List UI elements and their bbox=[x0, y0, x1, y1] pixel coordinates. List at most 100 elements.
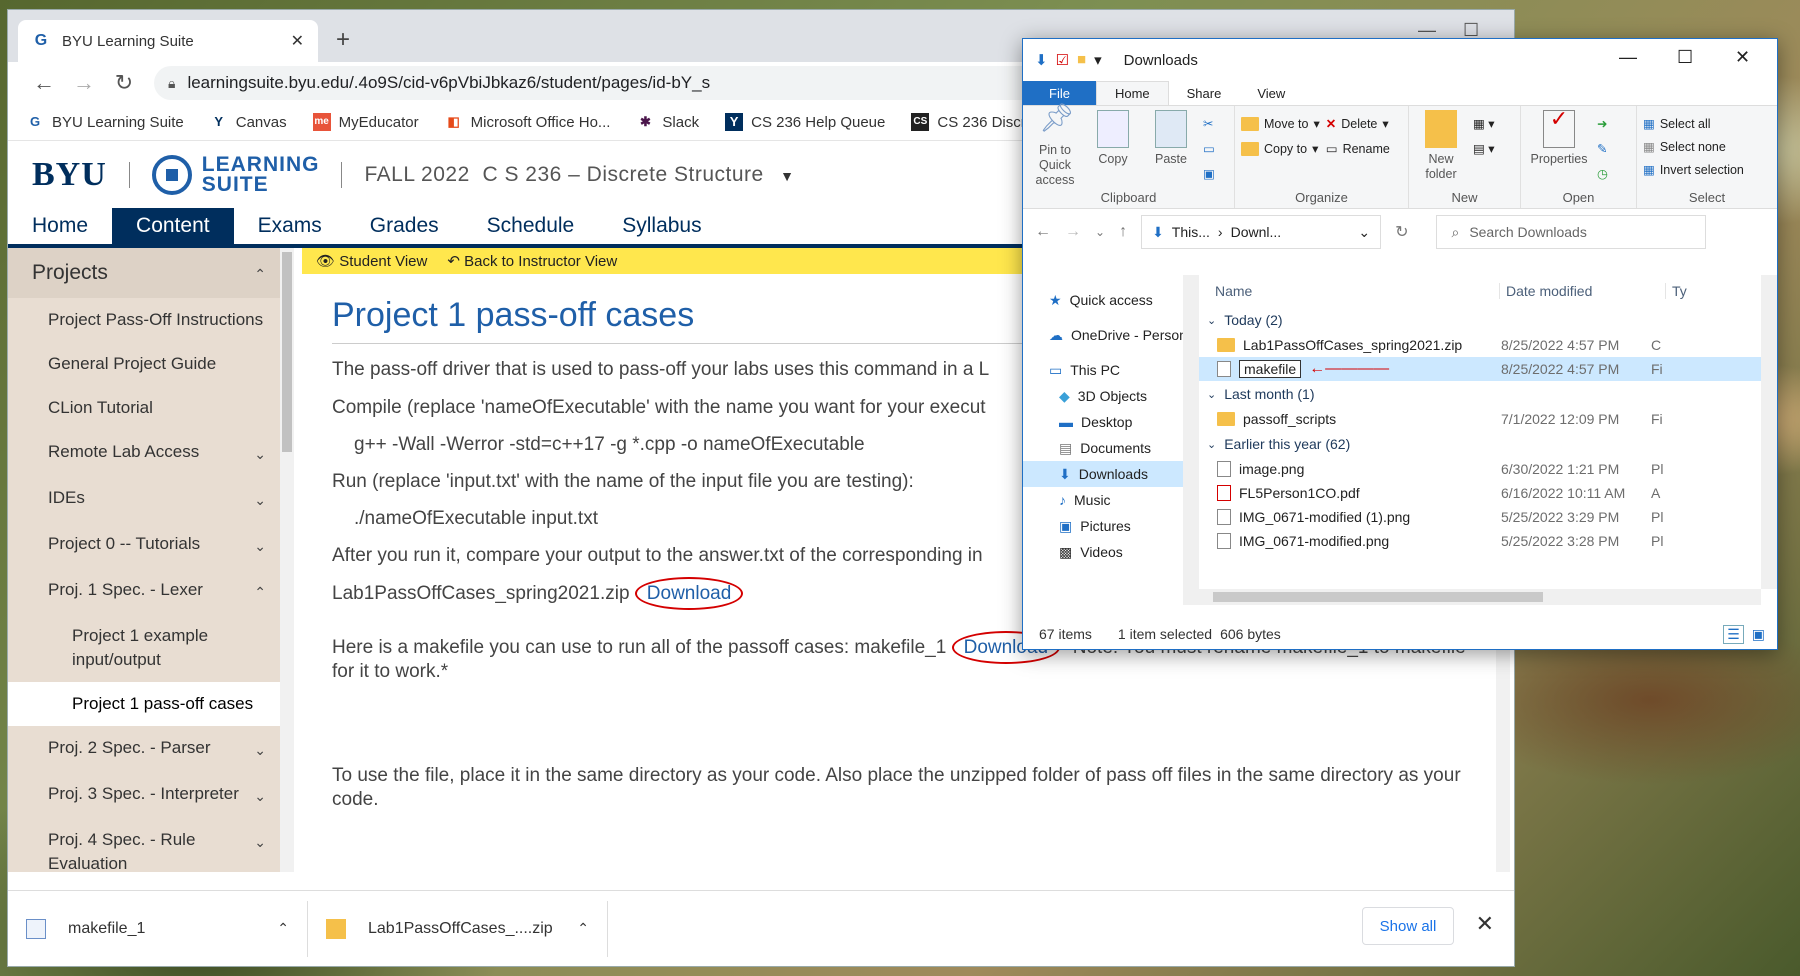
tree-desktop[interactable]: ▬ Desktop bbox=[1023, 409, 1199, 435]
move-to-button[interactable]: Move to ▾ bbox=[1241, 116, 1320, 131]
close-icon[interactable]: ✕ bbox=[1476, 911, 1494, 937]
tree-3d-objects[interactable]: ◆ 3D Objects bbox=[1023, 383, 1199, 409]
nav-grades[interactable]: Grades bbox=[346, 208, 463, 244]
back-to-instructor-link[interactable]: ↶ Back to Instructor View bbox=[447, 252, 617, 270]
tab-learning-suite[interactable]: G BYU Learning Suite ✕ bbox=[18, 20, 318, 62]
nav-syllabus[interactable]: Syllabus bbox=[598, 208, 725, 244]
byu-logo[interactable]: BYU bbox=[32, 156, 107, 194]
sidebar-heading[interactable]: Projects ⌃ bbox=[8, 248, 280, 298]
reload-icon[interactable]: ↻ bbox=[104, 70, 144, 96]
sidebar-scrollbar[interactable] bbox=[280, 248, 294, 872]
search-input[interactable]: ⌕ Search Downloads bbox=[1436, 215, 1707, 249]
easy-access-icon[interactable]: ▤ ▾ bbox=[1473, 141, 1495, 156]
properties-check-icon[interactable]: ☑ bbox=[1056, 51, 1069, 69]
sidebar-item-clion[interactable]: CLion Tutorial bbox=[8, 386, 280, 430]
sidebar-item-pass-off-instructions[interactable]: Project Pass-Off Instructions bbox=[8, 298, 280, 342]
file-row[interactable]: FL5Person1CO.pdf 6/16/2022 10:11 AM A bbox=[1199, 481, 1777, 505]
bookmark-learning-suite[interactable]: G BYU Learning Suite bbox=[26, 113, 184, 131]
sidebar-item-project-guide[interactable]: General Project Guide bbox=[8, 342, 280, 386]
sidebar-item-project-0[interactable]: Project 0 -- Tutorials ⌄ bbox=[8, 522, 280, 568]
tree-onedrive[interactable]: ☁ OneDrive - Person bbox=[1023, 322, 1199, 348]
download-item-zip[interactable]: Lab1PassOffCases_....zip ⌃ bbox=[308, 900, 608, 957]
chevron-up-icon[interactable]: ⌃ bbox=[577, 920, 589, 937]
bookmark-help-queue[interactable]: Y CS 236 Help Queue bbox=[725, 113, 885, 131]
tree-downloads[interactable]: ⬇ Downloads bbox=[1023, 461, 1199, 487]
tab-share[interactable]: Share bbox=[1169, 81, 1240, 105]
column-date-modified[interactable]: Date modified bbox=[1499, 282, 1665, 299]
new-folder-button[interactable]: New folder bbox=[1415, 110, 1467, 188]
sidebar-item-project-3[interactable]: Proj. 3 Spec. - Interpreter ⌄ bbox=[8, 772, 280, 818]
file-row[interactable]: image.png 6/30/2022 1:21 PM Pl bbox=[1199, 457, 1777, 481]
folder-icon[interactable]: ■ bbox=[1077, 51, 1086, 69]
file-row[interactable]: Lab1PassOffCases_spring2021.zip 8/25/202… bbox=[1199, 333, 1777, 357]
recent-dropdown-icon[interactable]: ⌄ bbox=[1095, 225, 1105, 239]
sidebar-item-ides[interactable]: IDEs ⌄ bbox=[8, 476, 280, 522]
column-type[interactable]: Ty bbox=[1665, 282, 1687, 299]
sidebar-item-project-1-pass-off[interactable]: Project 1 pass-off cases bbox=[8, 682, 280, 726]
sidebar-item-project-1-lexer[interactable]: Proj. 1 Spec. - Lexer ⌃ bbox=[8, 568, 280, 614]
scrollbar-thumb[interactable] bbox=[282, 252, 292, 452]
paste-shortcut-icon[interactable]: ▣ bbox=[1203, 166, 1215, 181]
select-all-button[interactable]: ▦ Select all bbox=[1643, 116, 1744, 132]
up-arrow-icon[interactable]: ↑ bbox=[1119, 223, 1127, 241]
file-row[interactable]: IMG_0671-modified.png 5/25/2022 3:28 PM … bbox=[1199, 529, 1777, 553]
group-earlier-this-year[interactable]: ⌄ Earlier this year (62) bbox=[1199, 431, 1777, 457]
minimize-icon[interactable]: — bbox=[1619, 47, 1637, 68]
url-field[interactable]: 🔒︎ learningsuite.byu.edu/.4o9S/cid-v6pVb… bbox=[154, 66, 1054, 100]
copy-to-button[interactable]: Copy to ▾ bbox=[1241, 141, 1320, 156]
bookmark-slack[interactable]: ✱ Slack bbox=[636, 113, 699, 131]
copy-button[interactable]: Copy bbox=[1087, 110, 1139, 188]
tree-quick-access[interactable]: ★ Quick access bbox=[1023, 287, 1199, 313]
nav-home[interactable]: Home bbox=[8, 208, 112, 244]
forward-arrow-icon[interactable]: → bbox=[1065, 223, 1081, 241]
file-row[interactable]: IMG_0671-modified (1).png 5/25/2022 3:29… bbox=[1199, 505, 1777, 529]
course-selector[interactable]: FALL 2022 C S 236 – Discrete Structure ▼ bbox=[364, 163, 794, 187]
tree-pictures[interactable]: ▣ Pictures bbox=[1023, 513, 1199, 539]
file-row[interactable]: passoff_scripts 7/1/2022 12:09 PM Fi bbox=[1199, 407, 1777, 431]
sidebar-item-remote-lab[interactable]: Remote Lab Access ⌄ bbox=[8, 430, 280, 476]
edit-icon[interactable]: ✎ bbox=[1597, 141, 1608, 156]
sidebar-item-project-1-example[interactable]: Project 1 example input/output bbox=[8, 614, 280, 682]
new-item-icon[interactable]: ▦ ▾ bbox=[1473, 116, 1495, 131]
details-view-icon[interactable]: ☰ bbox=[1723, 624, 1744, 644]
list-vertical-scrollbar[interactable] bbox=[1761, 275, 1777, 589]
invert-selection-button[interactable]: ▦ Invert selection bbox=[1643, 162, 1744, 178]
nav-schedule[interactable]: Schedule bbox=[463, 208, 599, 244]
sidebar-item-project-2[interactable]: Proj. 2 Spec. - Parser ⌄ bbox=[8, 726, 280, 772]
chevron-up-icon[interactable]: ⌃ bbox=[277, 920, 289, 937]
properties-button[interactable]: ✓ Properties bbox=[1527, 108, 1591, 188]
open-icon[interactable]: ➜ bbox=[1597, 116, 1608, 131]
back-arrow-icon[interactable]: ← bbox=[24, 70, 64, 96]
address-path[interactable]: ⬇ This... › Downl... ⌄ bbox=[1141, 215, 1382, 249]
group-today[interactable]: ⌄ Today (2) bbox=[1199, 307, 1777, 333]
bookmark-office[interactable]: ◧ Microsoft Office Ho... bbox=[445, 113, 611, 131]
nav-content[interactable]: Content bbox=[112, 208, 234, 244]
tree-documents[interactable]: ▤ Documents bbox=[1023, 435, 1199, 461]
bookmark-myeducator[interactable]: me MyEducator bbox=[312, 113, 419, 131]
bookmark-canvas[interactable]: Y Canvas bbox=[210, 113, 286, 131]
scrollbar-thumb[interactable] bbox=[1213, 592, 1543, 602]
zip-download-link[interactable]: Download bbox=[634, 577, 744, 610]
tree-scrollbar[interactable] bbox=[1183, 275, 1199, 605]
tree-videos[interactable]: ▩ Videos bbox=[1023, 539, 1199, 565]
history-icon[interactable]: ◷ bbox=[1597, 166, 1608, 181]
list-horizontal-scrollbar[interactable] bbox=[1199, 589, 1761, 605]
forward-arrow-icon[interactable]: → bbox=[64, 70, 104, 96]
cut-icon[interactable]: ✂ bbox=[1203, 116, 1215, 131]
nav-exams[interactable]: Exams bbox=[234, 208, 346, 244]
select-none-button[interactable]: ▦ Select none bbox=[1643, 139, 1744, 155]
tab-close-icon[interactable]: ✕ bbox=[291, 31, 304, 51]
dropdown-icon[interactable]: ▾ bbox=[1094, 51, 1102, 69]
pin-quick-access-button[interactable]: 📌︎ Pin to Quick access bbox=[1029, 104, 1081, 188]
close-icon[interactable]: ✕ bbox=[1735, 47, 1750, 68]
back-arrow-icon[interactable]: ← bbox=[1035, 223, 1051, 241]
delete-button[interactable]: ✕ Delete ▾ bbox=[1326, 116, 1390, 132]
tab-home[interactable]: Home bbox=[1095, 81, 1169, 105]
tab-view[interactable]: View bbox=[1239, 81, 1303, 105]
learning-suite-wordmark[interactable]: LEARNING SUITE bbox=[202, 154, 320, 195]
chevron-down-icon[interactable]: ⌄ bbox=[1358, 224, 1370, 241]
maximize-icon[interactable]: ☐ bbox=[1677, 47, 1693, 68]
file-row-selected[interactable]: makefile ←———— 8/25/2022 4:57 PM Fi bbox=[1199, 357, 1777, 381]
new-tab-button[interactable]: + bbox=[336, 26, 350, 54]
download-item-makefile[interactable]: makefile_1 ⌃ bbox=[8, 900, 308, 957]
